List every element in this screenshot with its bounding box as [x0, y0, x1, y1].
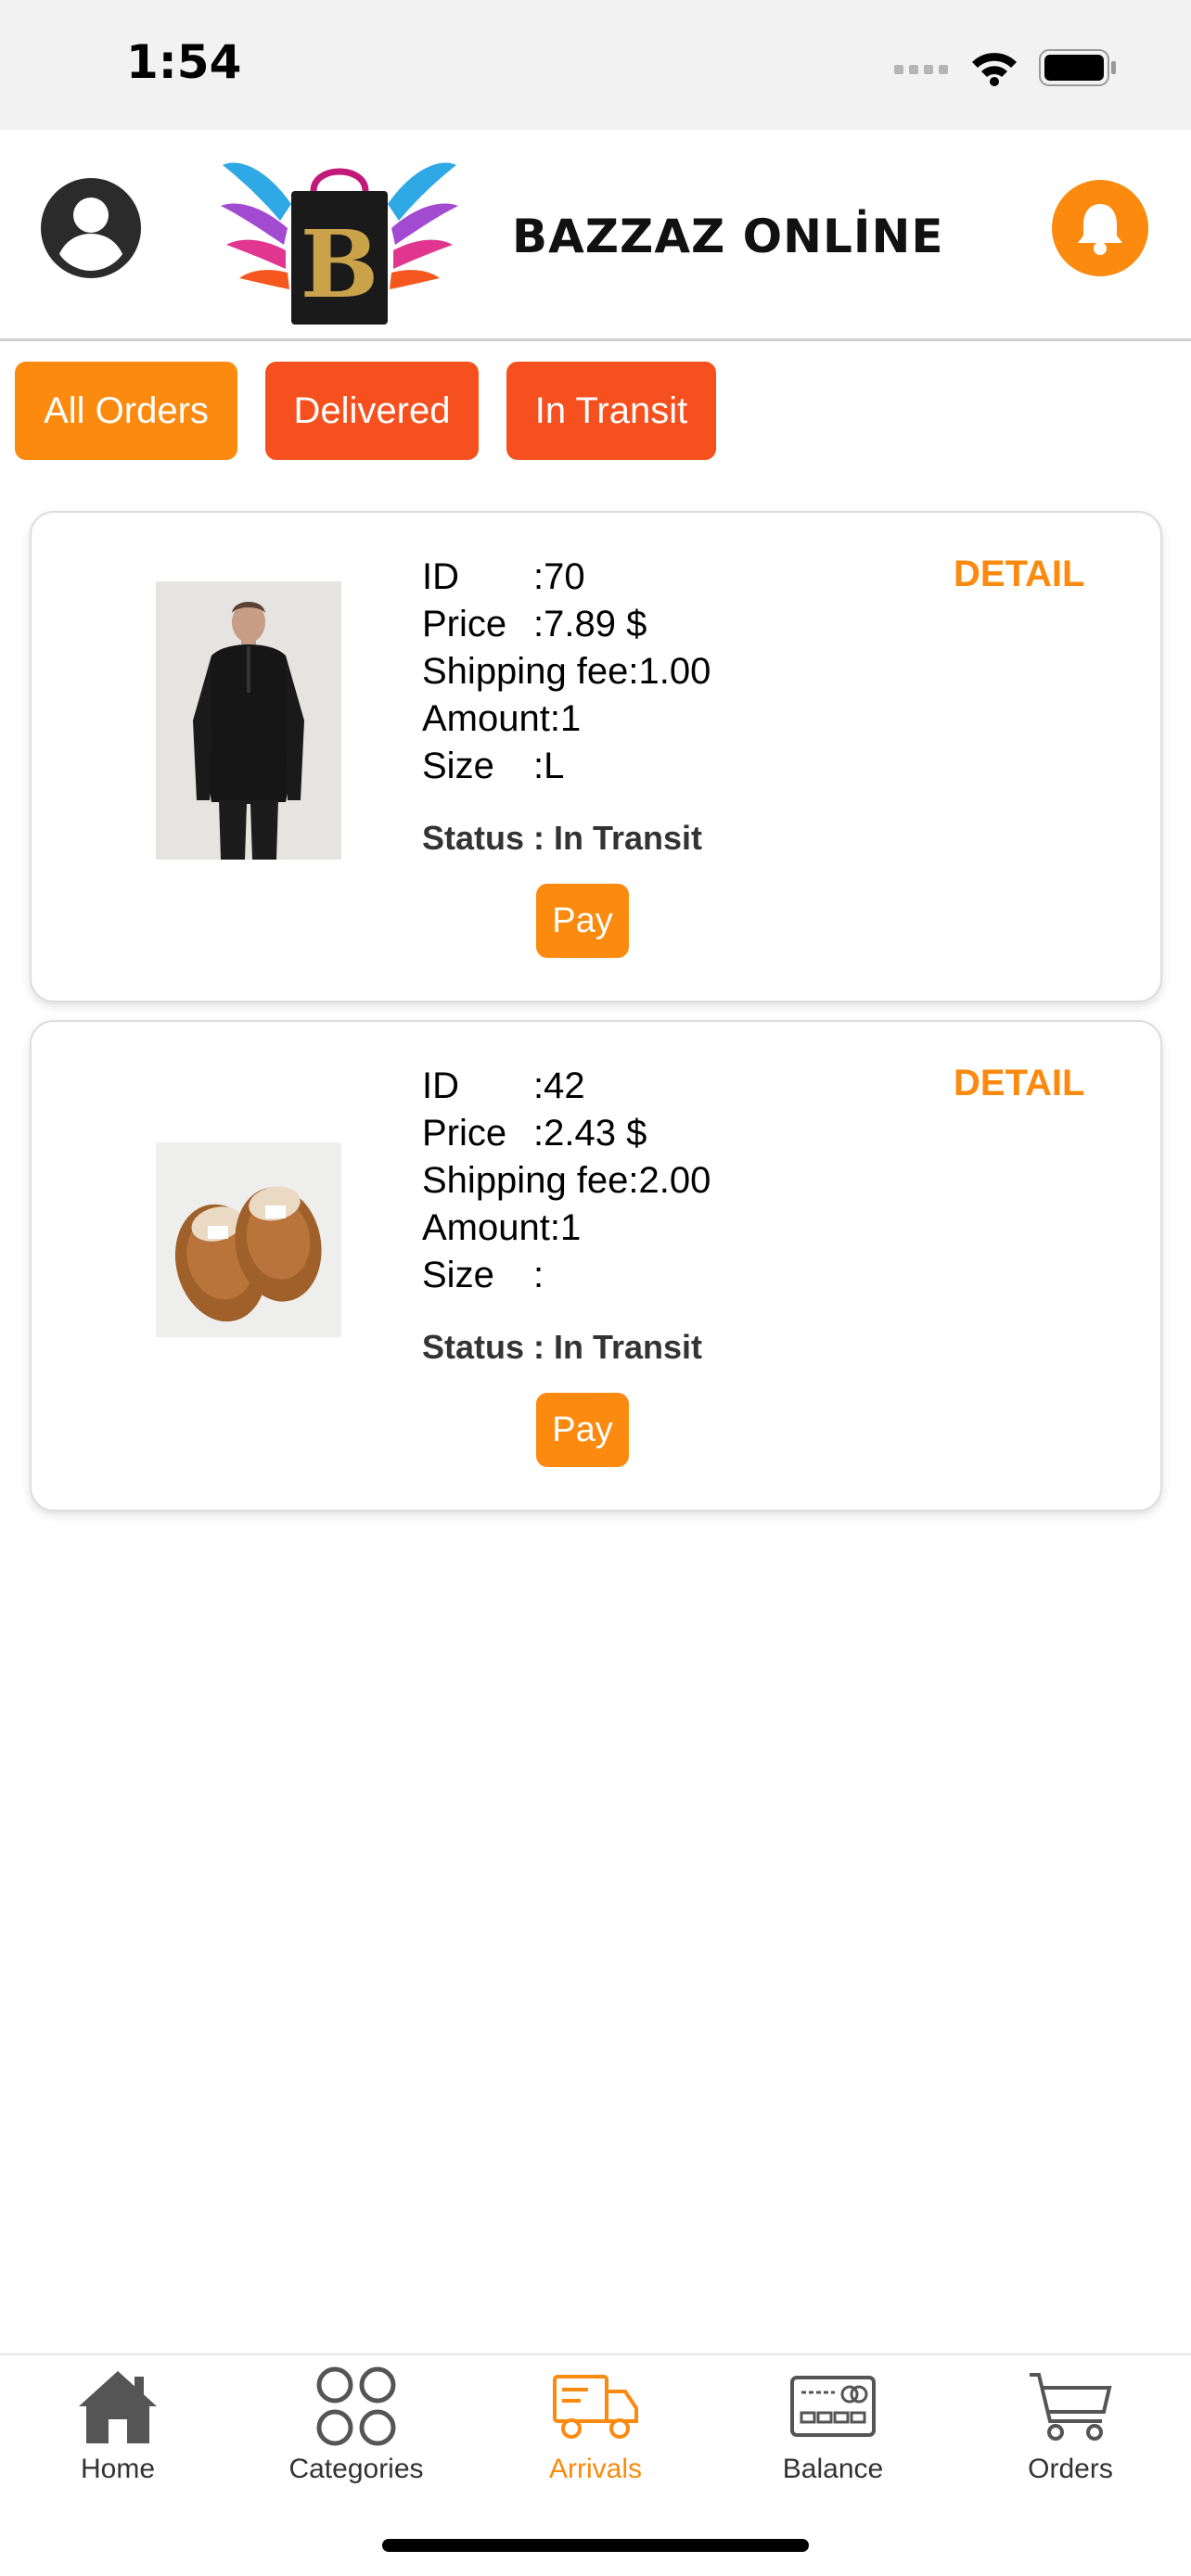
order-price-value: :2.43 $ [533, 1113, 647, 1154]
card-icon [790, 2376, 876, 2437]
order-size-value: : [533, 1255, 544, 1295]
detail-link[interactable]: DETAIL [954, 554, 1084, 595]
wifi-icon [972, 53, 1017, 86]
order-card: ID :70 Price :7.89 $ Shipping fee:1.00 Amo… [30, 511, 1162, 1002]
pay-button[interactable]: Pay [536, 1393, 629, 1467]
tab-delivered[interactable]: Delivered [265, 362, 479, 460]
order-id-label: ID [422, 1065, 459, 1106]
order-shipping-fee: Shipping fee:2.00 [422, 1160, 711, 1201]
profile-avatar-icon[interactable] [41, 178, 141, 278]
brand-logo: B [221, 162, 458, 325]
nav-home-label: Home [80, 2454, 156, 2484]
order-price-value: :7.89 $ [533, 604, 647, 644]
product-image-sweater[interactable] [156, 581, 341, 860]
brand-name: BAZZAZ ONLİNE [512, 210, 944, 263]
nav-arrivals[interactable]: Arrivals [503, 2365, 688, 2504]
order-info: ID :70 Price :7.89 $ Shipping fee:1.00 Amo… [422, 554, 711, 790]
app-header: B BAZZAZ ONLİNE [0, 130, 1191, 341]
status-time: 1:54 [126, 35, 242, 89]
nav-orders-label: Orders [1028, 2454, 1113, 2484]
order-shipping-fee: Shipping fee:1.00 [422, 651, 711, 692]
status-icons [894, 46, 1117, 89]
nav-categories[interactable]: Categories [263, 2365, 449, 2504]
order-info: ID :42 Price :2.43 $ Shipping fee:2.00 Amo… [422, 1063, 711, 1299]
truck-icon [553, 2375, 638, 2439]
order-filter-tabs: All Orders Delivered In Transit [15, 362, 716, 460]
order-status: Status : In Transit [422, 1328, 703, 1366]
detail-link[interactable]: DETAIL [954, 1063, 1084, 1104]
order-status: Status : In Transit [422, 819, 703, 857]
nav-categories-label: Categories [288, 2454, 424, 2484]
order-id-value: :42 [533, 1065, 585, 1106]
order-price-label: Price [422, 604, 507, 644]
order-size-label: Size [422, 1255, 494, 1295]
order-size-label: Size [422, 746, 494, 786]
home-icon [79, 2371, 157, 2443]
tab-all-orders[interactable]: All Orders [15, 362, 237, 460]
order-price-label: Price [422, 1113, 507, 1154]
notifications-button[interactable] [1052, 180, 1148, 276]
order-size-value: :L [533, 746, 565, 786]
cellular-signal-icon [894, 65, 948, 74]
order-id-label: ID [422, 556, 459, 597]
categories-icon [316, 2366, 396, 2446]
pay-button[interactable]: Pay [536, 884, 629, 958]
tab-in-transit[interactable]: In Transit [506, 362, 716, 460]
order-amount: Amount:1 [422, 1207, 582, 1248]
home-indicator[interactable] [382, 2539, 809, 2552]
order-id-value: :70 [533, 556, 585, 597]
nav-home[interactable]: Home [25, 2365, 211, 2504]
bell-icon [1078, 204, 1122, 255]
product-image-slippers[interactable] [156, 1142, 341, 1337]
svg-text:B: B [301, 210, 379, 319]
order-amount: Amount:1 [422, 698, 582, 739]
cart-icon [1030, 2373, 1112, 2441]
nav-arrivals-label: Arrivals [548, 2454, 642, 2484]
battery-icon [1039, 49, 1116, 86]
order-card: ID :42 Price :2.43 $ Shipping fee:2.00 Amo… [30, 1020, 1162, 1511]
nav-balance[interactable]: Balance [740, 2365, 926, 2504]
nav-balance-label: Balance [782, 2454, 884, 2484]
nav-orders[interactable]: Orders [978, 2365, 1163, 2504]
status-bar: 1:54 [0, 0, 1191, 130]
